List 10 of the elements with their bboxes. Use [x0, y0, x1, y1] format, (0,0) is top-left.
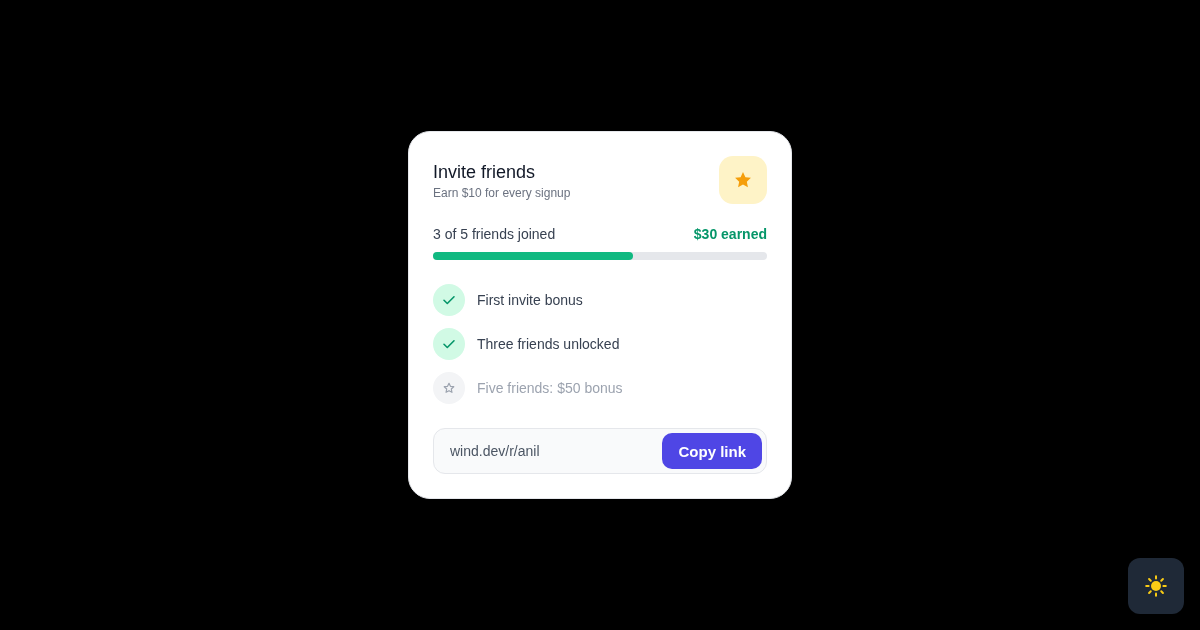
copy-link-button[interactable]: Copy link	[662, 433, 762, 469]
milestone-label: Five friends: $50 bonus	[477, 380, 623, 396]
theme-toggle-button[interactable]	[1128, 558, 1184, 614]
progress-label: 3 of 5 friends joined	[433, 225, 556, 244]
milestone-label: Three friends unlocked	[477, 336, 620, 352]
card-subtitle: Earn $10 for every signup	[433, 185, 571, 201]
milestone-label: First invite bonus	[477, 292, 583, 308]
earned-amount: $30 earned	[693, 225, 767, 244]
card-title: Invite friends	[433, 161, 536, 183]
sun-icon	[1145, 575, 1167, 597]
